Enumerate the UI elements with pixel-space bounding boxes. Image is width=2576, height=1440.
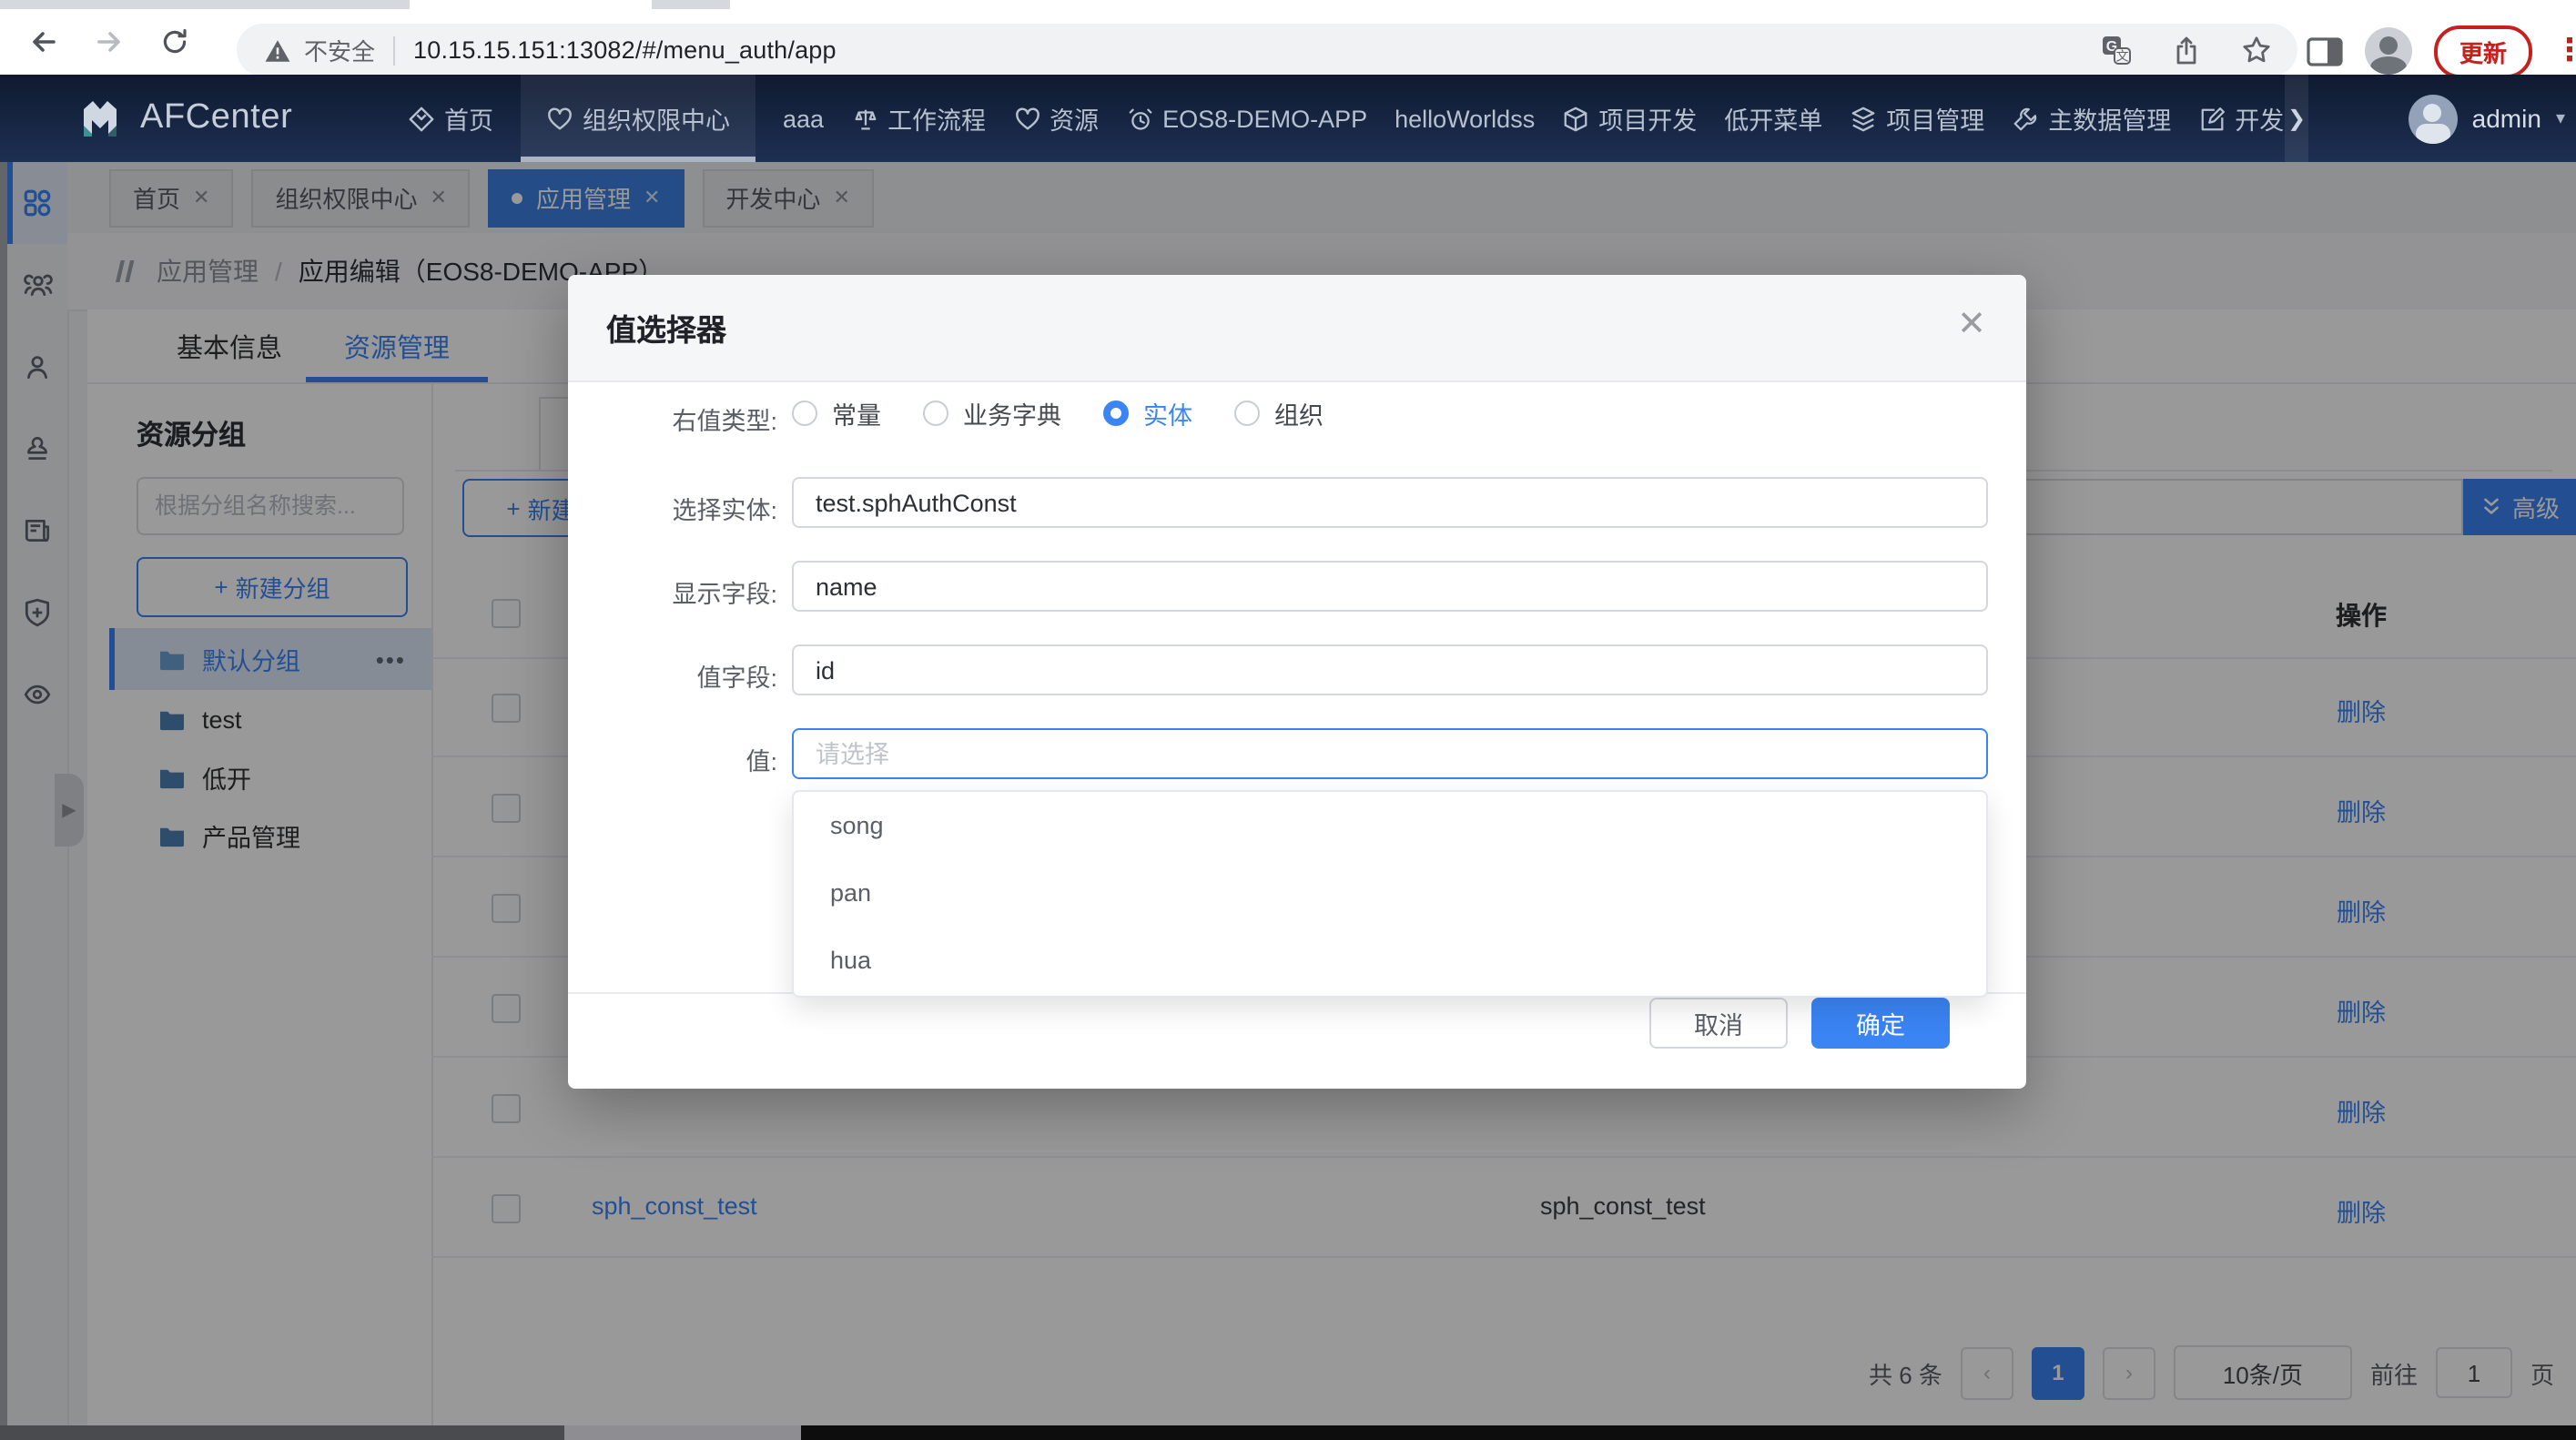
value-dropdown: song pan hua xyxy=(792,790,1988,998)
screen: 不安全 10.15.15.151:13082/#/menu_auth/app G… xyxy=(0,0,2576,1440)
dropdown-option-song[interactable]: song xyxy=(794,792,1986,859)
browser-tab-area xyxy=(730,0,2576,9)
nav-item-eos8-demo-app[interactable]: EOS8-DEMO-APP xyxy=(1126,75,1367,162)
radio-group: 常量 业务字典 实体 组织 xyxy=(792,391,1323,435)
star-icon[interactable] xyxy=(2241,35,2272,66)
screen-bottom-strip xyxy=(0,1425,2576,1440)
nav-item-project-dev[interactable]: 项目开发 xyxy=(1562,75,1697,162)
app-logo[interactable]: AFCenter xyxy=(76,95,292,142)
close-icon[interactable]: ✕ xyxy=(1957,306,1986,346)
url-text: 10.15.15.151:13082/#/menu_auth/app xyxy=(413,36,837,64)
share-icon[interactable] xyxy=(2172,35,2201,65)
value-field-label: 值字段: xyxy=(606,657,777,694)
display-field-input[interactable] xyxy=(792,561,1988,612)
display-field-label: 显示字段: xyxy=(606,573,777,610)
radio-constant[interactable] xyxy=(792,401,817,426)
nav-menu: 首页 组织权限中心 aaa 工作流程 资源 EOS8-DEMO-APP xyxy=(408,75,2285,162)
forward-icon[interactable] xyxy=(84,16,135,67)
wrench-icon xyxy=(2012,105,2039,132)
radio-entity[interactable] xyxy=(1103,401,1129,426)
app-navbar: AFCenter 首页 组织权限中心 aaa 工作流程 资源 xyxy=(0,75,2576,162)
security-label: 不安全 xyxy=(304,33,375,67)
back-icon[interactable] xyxy=(18,16,69,67)
entity-label: 选择实体: xyxy=(606,490,777,526)
dropdown-option-pan[interactable]: pan xyxy=(794,859,1986,927)
nav-item-lowcode-menu[interactable]: 低开菜单 xyxy=(1724,75,1822,162)
nav-item-org-auth-center[interactable]: 组织权限中心 xyxy=(521,75,756,162)
address-bar[interactable]: 不安全 10.15.15.151:13082/#/menu_auth/app G… xyxy=(237,24,2297,76)
svg-text:文: 文 xyxy=(2116,48,2129,63)
scales-icon xyxy=(851,105,878,132)
nav-item-project-mgmt[interactable]: 项目管理 xyxy=(1850,75,1984,162)
dropdown-option-hua[interactable]: hua xyxy=(794,927,1986,994)
nav-item-master-data[interactable]: 主数据管理 xyxy=(2012,75,2171,162)
user-avatar xyxy=(2409,94,2458,143)
app-logo-text: AFCenter xyxy=(140,98,292,138)
browser-toolbar: 不安全 10.15.15.151:13082/#/menu_auth/app G… xyxy=(0,9,2576,75)
reload-icon[interactable] xyxy=(149,16,200,67)
type-label: 右值类型: xyxy=(606,401,777,437)
cancel-button[interactable]: 取消 xyxy=(1649,998,1788,1049)
nav-item-home[interactable]: 首页 xyxy=(408,75,493,162)
value-field-input[interactable] xyxy=(792,644,1988,695)
nav-item-helloworldss[interactable]: helloWorldss xyxy=(1394,75,1535,162)
user-name: admin xyxy=(2472,104,2541,133)
browser-profile-icon[interactable] xyxy=(2365,27,2412,75)
confirm-button[interactable]: 确定 xyxy=(1811,998,1950,1049)
browser-tab[interactable] xyxy=(410,0,652,9)
nav-item-resource[interactable]: 资源 xyxy=(1013,75,1099,162)
nav-item-aaa[interactable]: aaa xyxy=(783,75,824,162)
diamond-icon xyxy=(408,105,435,132)
divider xyxy=(393,35,395,65)
update-button[interactable]: 更新 xyxy=(2434,25,2532,77)
value-label: 值: xyxy=(606,741,777,777)
afcenter-logo-icon xyxy=(76,95,124,142)
translate-icon[interactable]: G文 xyxy=(2101,35,2132,66)
modal-header: 值选择器 ✕ xyxy=(568,275,2026,382)
alarm-icon xyxy=(1126,105,1153,132)
heart-icon xyxy=(1013,105,1040,132)
layers-icon xyxy=(1850,105,1877,132)
nav-item-workflow[interactable]: 工作流程 xyxy=(851,75,986,162)
cube-icon xyxy=(1562,105,1589,132)
browser-tab-strip xyxy=(0,0,2576,9)
edit-icon xyxy=(2198,105,2226,132)
sidebar-toggle-icon[interactable] xyxy=(2307,35,2343,66)
chevron-down-icon: ▾ xyxy=(2556,108,2565,128)
user-menu[interactable]: admin ▾ xyxy=(2409,75,2565,162)
nav-item-dev-center[interactable]: 开发中心 xyxy=(2198,75,2285,162)
modal-title: 值选择器 xyxy=(606,306,726,350)
heart-icon xyxy=(546,105,573,132)
value-select-input[interactable] xyxy=(792,728,1988,779)
radio-business-dict[interactable] xyxy=(923,401,948,426)
nav-overflow-icon[interactable]: ❯ xyxy=(2285,75,2308,162)
radio-organization[interactable] xyxy=(1234,401,1260,426)
warning-icon xyxy=(264,37,291,63)
entity-input[interactable] xyxy=(792,477,1988,528)
browser-menu-icon[interactable]: ⋮ xyxy=(2554,42,2565,60)
